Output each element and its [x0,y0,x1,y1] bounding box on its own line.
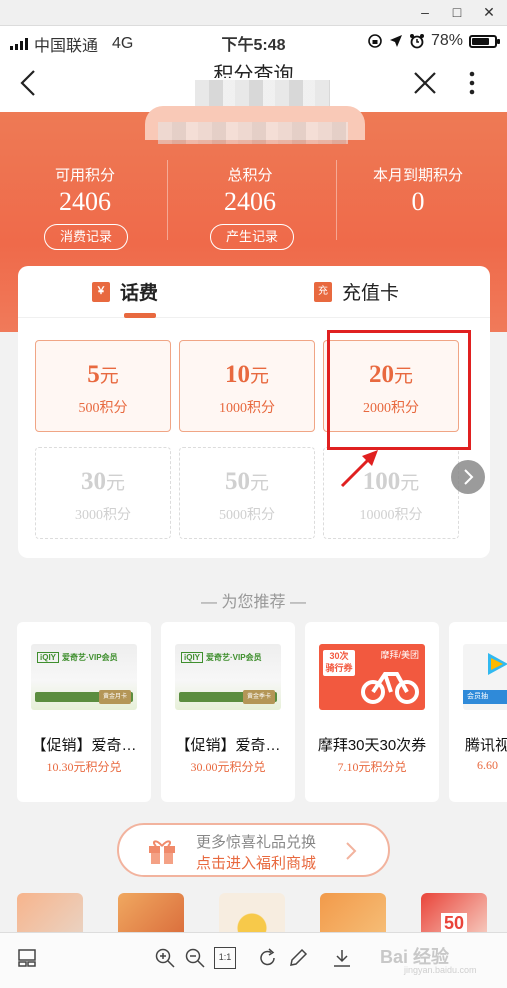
card-tag: 黄金季卡 [243,690,275,704]
battery-icon [469,34,500,48]
watermark-subtext: jingyan.baidu.com [404,965,477,975]
product-name: 腾讯视 [465,737,507,754]
exchange-tabs: ￥ 话费 充 充值卡 [18,266,490,318]
banner-line-2: 点击进入福利商城 [196,855,317,872]
product-card[interactable]: 30次骑行券 摩拜/美团 摩拜30天30次券 7.10元积分兑 [305,622,439,802]
download-icon[interactable] [331,947,353,969]
location-icon [389,35,402,47]
tab-label: 话费 [120,283,159,304]
tab-label: 充值卡 [342,283,400,304]
alarm-icon [409,34,424,49]
zoom-in-icon[interactable] [154,947,176,969]
tab-phone-bill[interactable]: ￥ 话费 [92,278,158,305]
chevron-right-icon [346,842,357,860]
expiring-points: 本月到期积分 0 [338,164,498,217]
product-price: 7.10元积分兑 [337,760,407,774]
option-amount: 10元 [224,361,269,388]
expiring-points-value: 0 [411,187,425,216]
gift-icon [149,840,175,864]
exchange-option-5[interactable]: 5元 500积分 [35,340,171,432]
available-points: 可用积分 2406 [5,164,165,217]
actual-size-button[interactable]: 1:1 [214,947,236,969]
window-title-bar: – □ ✕ [0,0,507,26]
thumbnail-view-icon[interactable] [16,947,38,969]
highlight-annotation-box [327,330,471,450]
tab-recharge-card[interactable]: 充 充值卡 [314,278,399,305]
total-points-label: 总积分 [227,167,273,184]
recharge-icon: 充 [314,281,332,302]
coupon-type: 骑行券 [325,663,353,673]
close-window-icon[interactable]: ✕ [478,3,500,21]
spend-record-button[interactable]: 消费记录 [44,224,128,250]
tencent-video-image: 会员抽 [463,644,507,710]
product-card[interactable]: iQIY 爱奇艺·VIP会员 黄金月卡 【促销】爱奇… 10.30元积分兑 [17,622,151,802]
option-amount: 50元 [224,468,269,495]
iqiyi-logo-text: 爱奇艺·VIP会员 [206,653,262,662]
product-name: 【促销】爱奇… [31,737,137,754]
exchange-option-50: 50元 5000积分 [179,447,315,539]
divider [336,160,337,240]
mobike-coupon-image: 30次骑行券 摩拜/美团 [319,644,425,710]
active-tab-indicator [124,313,156,318]
iqiyi-card-image: iQIY 爱奇艺·VIP会员 黄金月卡 [31,644,137,710]
card-tag: 黄金月卡 [99,690,131,704]
divider [167,160,168,240]
option-points: 1000积分 [219,401,275,416]
mall-entry-banner[interactable]: 更多惊喜礼品兑换 点击进入福利商城 [117,823,390,877]
yuan-icon: ￥ [92,281,110,302]
rotate-icon[interactable] [257,947,279,969]
coupon-count: 30次 [329,651,349,661]
option-amount: 5元 [87,361,119,388]
iqiyi-card-image: iQIY 爱奇艺·VIP会员 黄金季卡 [175,644,281,710]
recommend-title: — 为您推荐 — [201,594,306,611]
total-points-value: 2406 [224,187,276,216]
rotation-lock-icon [368,34,382,48]
zoom-out-icon[interactable] [184,947,206,969]
option-points: 5000积分 [219,508,275,523]
product-name: 摩拜30天30次券 [317,737,427,754]
edit-pencil-icon[interactable] [287,947,309,969]
annotation-arrow-icon [340,450,378,488]
iqiyi-logo-text: 爱奇艺·VIP会员 [62,653,118,662]
thumbnail-label: 50 [440,913,468,933]
banner-line-1: 更多惊喜礼品兑换 [196,834,317,851]
option-amount: 30元 [80,468,125,495]
exchange-option-10[interactable]: 10元 1000积分 [179,340,315,432]
more-icon[interactable] [462,68,482,98]
option-points: 3000积分 [75,508,131,523]
exchange-option-30: 30元 3000积分 [35,447,171,539]
available-points-label: 可用积分 [54,167,115,184]
battery-percent: 78% [430,32,463,49]
next-page-button[interactable] [451,460,485,494]
card-tag: 会员抽 [463,690,507,704]
blurred-user-name [158,122,348,144]
expiring-points-label: 本月到期积分 [372,167,463,184]
earn-record-button[interactable]: 产生记录 [210,224,294,250]
option-points: 500积分 [78,401,128,416]
total-points: 总积分 2406 [170,164,330,217]
bike-icon [361,672,419,704]
minimize-icon[interactable]: – [414,3,436,21]
tencent-video-logo-icon [488,653,507,675]
maximize-icon[interactable]: □ [446,3,468,21]
watermark-text: Bai 经验 [380,947,450,967]
product-price: 6.60 [477,758,498,772]
brand-label: 摩拜/美团 [380,650,419,660]
chevron-right-icon [464,469,474,485]
close-icon[interactable] [410,68,440,98]
baidu-watermark: Bai 经验 jingyan.baidu.com [380,943,477,975]
product-card[interactable]: 会员抽 腾讯视 6.60 [449,622,507,802]
product-price: 30.00元积分兑 [190,760,266,774]
product-price: 10.30元积分兑 [46,760,122,774]
status-bar: 中国联通 4G 下午5:48 78% [0,26,507,56]
product-card[interactable]: iQIY 爱奇艺·VIP会员 黄金季卡 【促销】爱奇… 30.00元积分兑 [161,622,295,802]
product-name: 【促销】爱奇… [175,737,281,754]
option-points: 10000积分 [359,508,423,523]
available-points-value: 2406 [59,187,111,216]
